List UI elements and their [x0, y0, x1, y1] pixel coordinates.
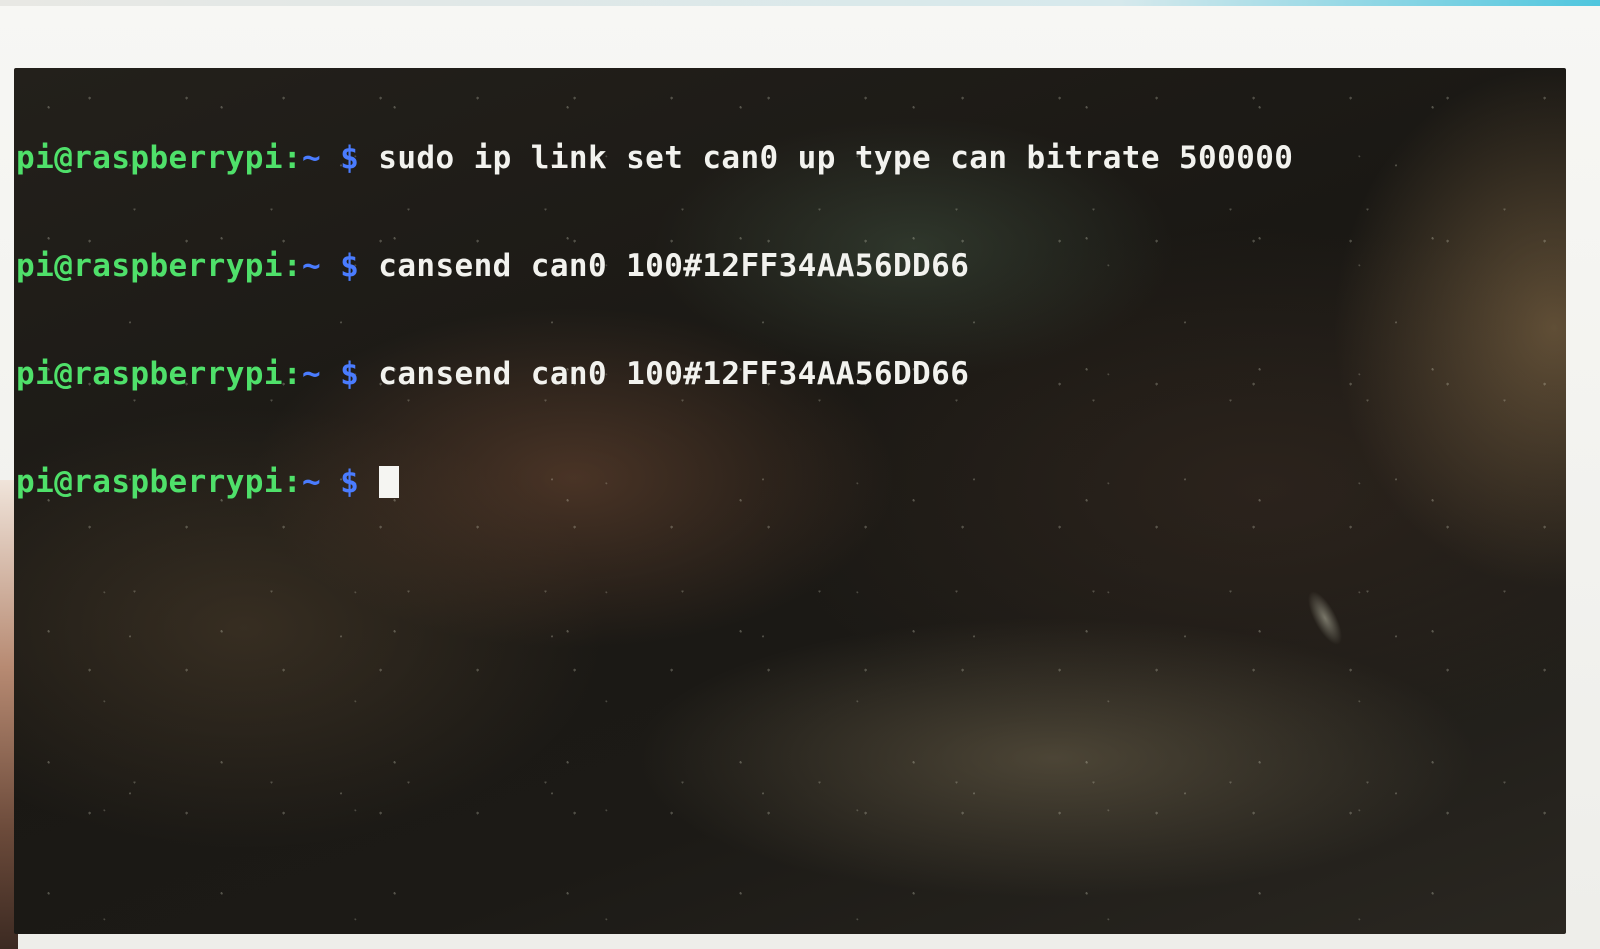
terminal-screen[interactable]: pi@raspberrypi:~ $ sudo ip link set can0…	[14, 68, 1566, 934]
prompt-symbol: $	[340, 464, 360, 500]
prompt-separator: :	[282, 356, 302, 392]
terminal-line-1: pi@raspberrypi:~ $ sudo ip link set can0…	[16, 140, 1546, 176]
prompt-user-host: pi@raspberrypi	[16, 248, 283, 284]
prompt-user-host: pi@raspberrypi	[16, 356, 283, 392]
block-cursor-icon	[379, 466, 400, 498]
prompt-user-host: pi@raspberrypi	[16, 464, 283, 500]
terminal-line-3: pi@raspberrypi:~ $ cansend can0 100#12FF…	[16, 356, 1546, 392]
prompt-cwd: ~	[301, 248, 322, 284]
command-text: cansend can0 100#12FF34AA56DD66	[378, 356, 970, 392]
prompt-separator: :	[282, 140, 302, 176]
terminal-line-2: pi@raspberrypi:~ $ cansend can0 100#12FF…	[16, 248, 1546, 284]
prompt-symbol: $	[340, 140, 360, 176]
prompt-user-host: pi@raspberrypi	[16, 140, 283, 176]
prompt-symbol: $	[340, 248, 360, 284]
terminal-output[interactable]: pi@raspberrypi:~ $ sudo ip link set can0…	[16, 68, 1546, 572]
prompt-separator: :	[282, 248, 302, 284]
prompt-cwd: ~	[301, 464, 322, 500]
command-text: cansend can0 100#12FF34AA56DD66	[378, 248, 970, 284]
command-text: sudo ip link set can0 up type can bitrat…	[378, 140, 1294, 176]
prompt-cwd: ~	[301, 140, 322, 176]
terminal-line-4-active[interactable]: pi@raspberrypi:~ $	[16, 464, 1546, 500]
prompt-symbol: $	[340, 356, 360, 392]
prompt-separator: :	[282, 464, 302, 500]
prompt-cwd: ~	[301, 356, 322, 392]
photo-frame: pi@raspberrypi:~ $ sudo ip link set can0…	[0, 0, 1600, 949]
monitor-bezel-top	[0, 0, 1600, 6]
